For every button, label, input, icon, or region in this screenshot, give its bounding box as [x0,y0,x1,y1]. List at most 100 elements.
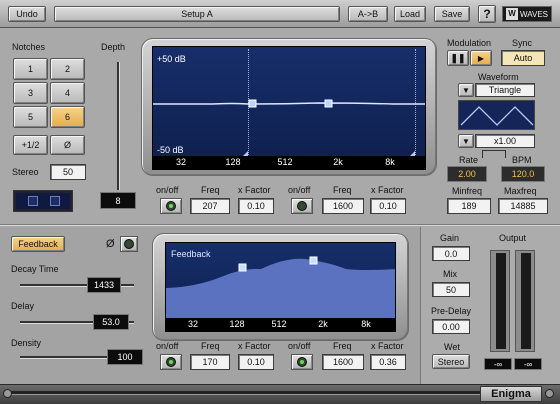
waveform-value[interactable]: Triangle [475,83,535,97]
maxfreq-value[interactable]: 14885 [498,198,548,214]
gain-label: Gain [440,233,460,243]
notch-band2-xfactor-value[interactable]: 0.10 [370,198,406,214]
gain-value[interactable]: 0.0 [432,246,470,261]
waves-logo-mark-icon: W [506,8,518,20]
density-value[interactable]: 100 [107,349,143,365]
notch-xfactor-label-2: x Factor [371,185,404,195]
mix-value[interactable]: 50 [432,282,470,297]
rate-label: Rate [459,155,479,165]
wet-mode-button[interactable]: Stereo [432,354,470,369]
footer-groove [8,391,488,395]
notch-button-3[interactable]: 3 [13,82,48,104]
undo-button[interactable]: Undo [8,6,46,22]
feedback-display-title: Feedback [171,249,211,259]
feedback-axis-tick: 8k [361,319,371,329]
save-button[interactable]: Save [434,6,470,22]
feedback-response-display[interactable]: Feedback 32 128 512 2k 8k [165,242,396,332]
feedback-axis-tick: 128 [229,319,245,329]
mod-play-button[interactable]: ▶ [470,50,492,66]
delay-value[interactable]: 53.0 [93,314,129,330]
predelay-value[interactable]: 0.00 [432,319,470,334]
waveform-preview [458,100,535,130]
feedback-band1-xfactor-value[interactable]: 0.10 [238,354,274,370]
notch-onoff-label-1: on/off [156,185,179,195]
predelay-label: Pre-Delay [431,306,472,316]
notch-band2-freq-value[interactable]: 1600 [322,198,364,214]
notch-band1-onoff-button[interactable] [160,198,182,214]
footer-right-knob-icon [545,389,554,398]
waveform-dropdown-button[interactable]: ▼ [458,83,474,97]
notch-button-1[interactable]: 1 [13,58,48,80]
notch-freq-label-1: Freq [201,185,220,195]
bpm-value[interactable]: 120.0 [501,166,545,182]
feedback-band1-onoff-button[interactable] [160,354,182,370]
stereo-link-display[interactable] [13,190,73,212]
feedback-toggle-button[interactable]: Feedback [11,236,65,252]
notch-axis-tick: 8k [385,157,395,167]
feedback-freq-label-1: Freq [201,341,220,351]
enigma-plugin-window: Undo Setup A A->B Load Save ? W WAVES No… [0,0,560,404]
depth-title: Depth [101,42,126,52]
minfreq-value[interactable]: 189 [447,198,491,214]
feedback-band2-onoff-button[interactable] [291,354,313,370]
depth-value[interactable]: 8 [100,192,136,209]
chevron-down-icon: ▼ [462,85,470,95]
feedback-axis-tick: 512 [271,319,287,329]
plugin-name: Enigma [491,388,531,400]
rate-value[interactable]: 2.00 [447,166,487,182]
notch-onoff-label-2: on/off [288,185,311,195]
waves-logo: W WAVES [502,6,552,22]
mod-pause-button[interactable]: ❚❚ [447,50,469,66]
notch-button-2[interactable]: 2 [50,58,85,80]
pause-icon: ❚❚ [450,52,466,63]
feedback-axis-tick: 32 [187,319,199,329]
output-meter-left [490,250,510,352]
setup-name-field[interactable]: Setup A [54,6,340,22]
half-step-button[interactable]: +1/2 [13,135,48,155]
feedback-xfactor-label-2: x Factor [371,341,404,351]
help-button[interactable]: ? [478,5,496,23]
notch-response-display[interactable]: +50 dB -50 dB 32 128 512 2k 8k [152,46,426,170]
decay-time-value[interactable]: 1433 [87,277,121,293]
depth-slider-track[interactable] [117,62,120,190]
feedback-band2-freq-value[interactable]: 1600 [322,354,364,370]
maxfreq-label: Maxfreq [504,186,537,196]
output-right-peak[interactable]: -∞ [514,358,542,370]
multiplier-dropdown-button[interactable]: ▼ [458,134,474,148]
decay-time-label: Decay Time [11,264,59,274]
feedback-band2-xfactor-value[interactable]: 0.36 [370,354,406,370]
output-left-peak[interactable]: -∞ [484,358,512,370]
notch-band2-onoff-button[interactable] [291,198,313,214]
notch-phase-button[interactable]: Ø [50,135,85,155]
load-button[interactable]: Load [394,6,426,22]
feedback-band1-freq-value[interactable]: 170 [190,354,230,370]
feedback-onoff-label-2: on/off [288,341,311,351]
feedback-phase-button[interactable] [120,236,138,252]
feedback-freq-label-2: Freq [333,341,352,351]
notch-button-6[interactable]: 6 [50,106,85,128]
notch-freq-axis: 32 128 512 2k 8k [153,156,425,169]
notch-node-1 [248,99,257,108]
triangle-wave-icon [460,106,534,126]
led-icon [124,239,134,249]
notch-button-4[interactable]: 4 [50,82,85,104]
notch-axis-tick: 128 [225,157,241,167]
led-icon [166,201,176,211]
waves-logo-text: WAVES [520,9,549,19]
sync-value[interactable]: Auto [501,50,545,66]
stereo-value[interactable]: 50 [50,164,86,180]
modulation-title: Modulation [447,38,492,48]
multiplier-value[interactable]: x1.00 [475,134,535,148]
notch-band1-xfactor-value[interactable]: 0.10 [238,198,274,214]
a-to-b-button[interactable]: A->B [348,6,388,22]
bpm-label: BPM [512,155,532,165]
rate-bpm-link-icon [482,150,506,158]
notch-band1-freq-value[interactable]: 207 [190,198,230,214]
notch-button-5[interactable]: 5 [13,106,48,128]
feedback-phase-label: Ø [106,238,115,250]
section-divider [0,224,560,226]
feedback-xfactor-label-1: x Factor [238,341,271,351]
notch-node-2 [324,99,333,108]
notch-axis-tick: 2k [333,157,343,167]
feedback-freq-axis: 32 128 512 2k 8k [166,318,395,331]
